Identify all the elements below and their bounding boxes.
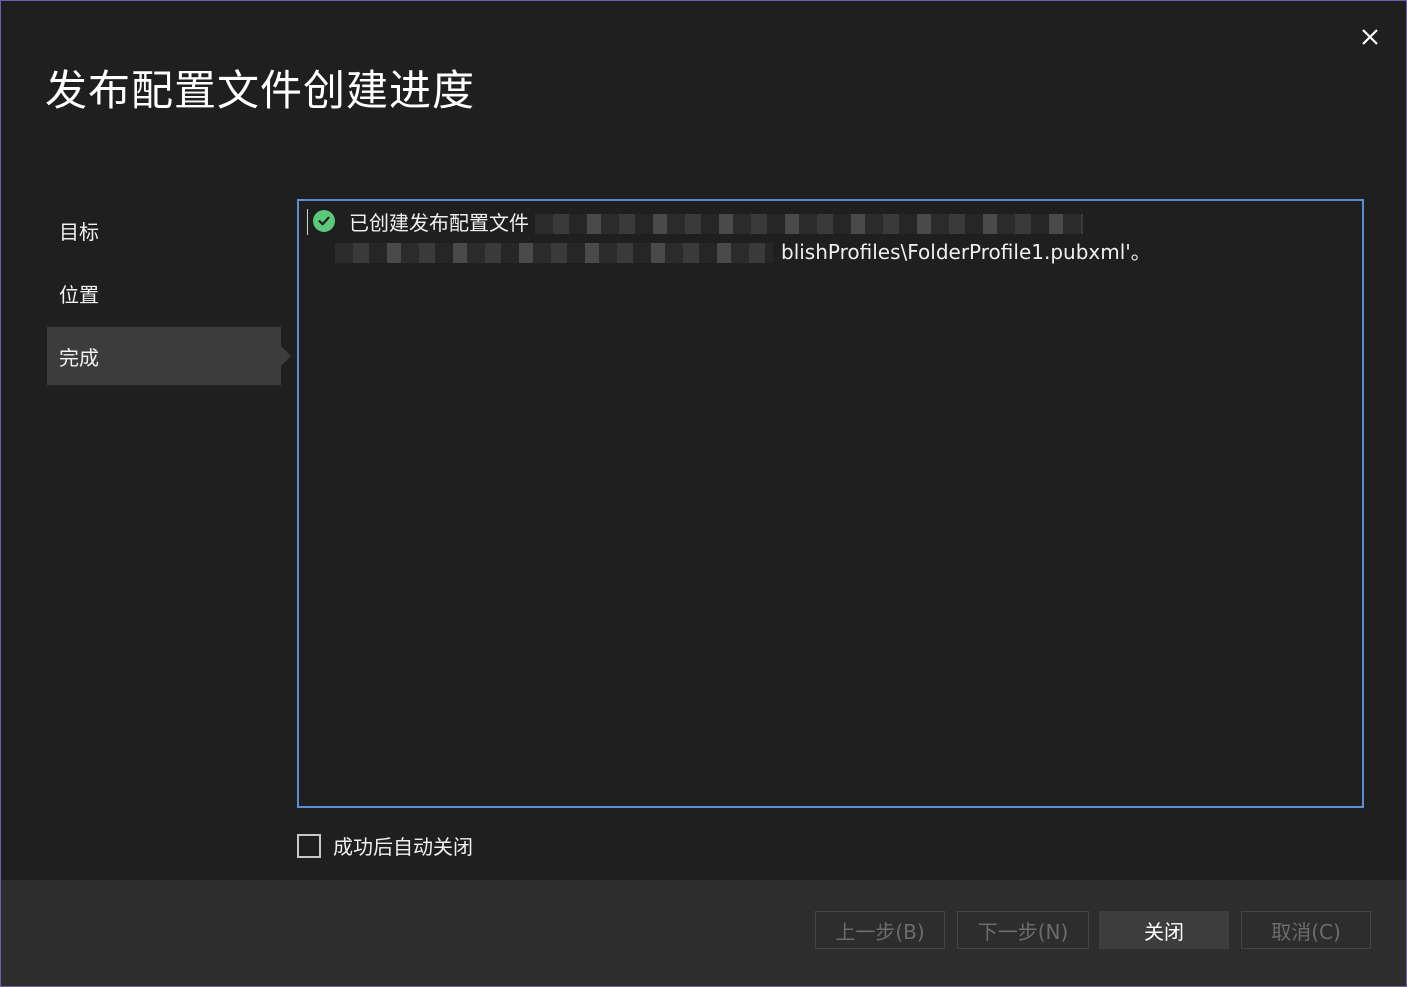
log-message: 已创建发布配置文件 blishProfiles\FolderProfile1.p… (335, 209, 1151, 267)
close-button[interactable] (1352, 19, 1388, 55)
step-target[interactable]: 目标 (47, 201, 281, 259)
progress-log[interactable]: 已创建发布配置文件 blishProfiles\FolderProfile1.p… (297, 199, 1364, 808)
dialog-footer: 上一步(B) 下一步(N) 关闭 取消(C) (1, 880, 1406, 986)
auto-close-checkbox[interactable] (297, 833, 321, 858)
step-location[interactable]: 位置 (47, 264, 281, 322)
close-dialog-button[interactable]: 关闭 (1099, 911, 1229, 949)
auto-close-option[interactable]: 成功后自动关闭 (297, 831, 473, 860)
redacted-path-segment (335, 242, 773, 263)
step-label: 位置 (59, 282, 99, 307)
cancel-button[interactable]: 取消(C) (1241, 911, 1371, 949)
step-label: 完成 (59, 345, 99, 370)
text-caret (307, 209, 308, 235)
publish-profile-dialog: 发布配置文件创建进度 目标 位置 完成 已创建发布配置文件 blishProfi… (0, 0, 1407, 987)
step-finish[interactable]: 完成 (47, 327, 291, 385)
step-label: 目标 (59, 219, 99, 244)
step-navigation: 目标 位置 完成 (47, 201, 297, 390)
close-icon (1362, 29, 1378, 45)
next-button[interactable]: 下一步(N) (957, 911, 1089, 949)
redacted-path-segment (535, 213, 1083, 234)
previous-button[interactable]: 上一步(B) (815, 911, 945, 949)
log-entry: 已创建发布配置文件 blishProfiles\FolderProfile1.p… (313, 209, 1348, 267)
log-message-suffix: blishProfiles\FolderProfile1.pubxml'。 (781, 240, 1151, 264)
success-check-icon (313, 210, 335, 232)
dialog-title: 发布配置文件创建进度 (45, 66, 476, 115)
log-message-prefix: 已创建发布配置文件 (349, 211, 529, 235)
auto-close-label: 成功后自动关闭 (333, 835, 473, 859)
